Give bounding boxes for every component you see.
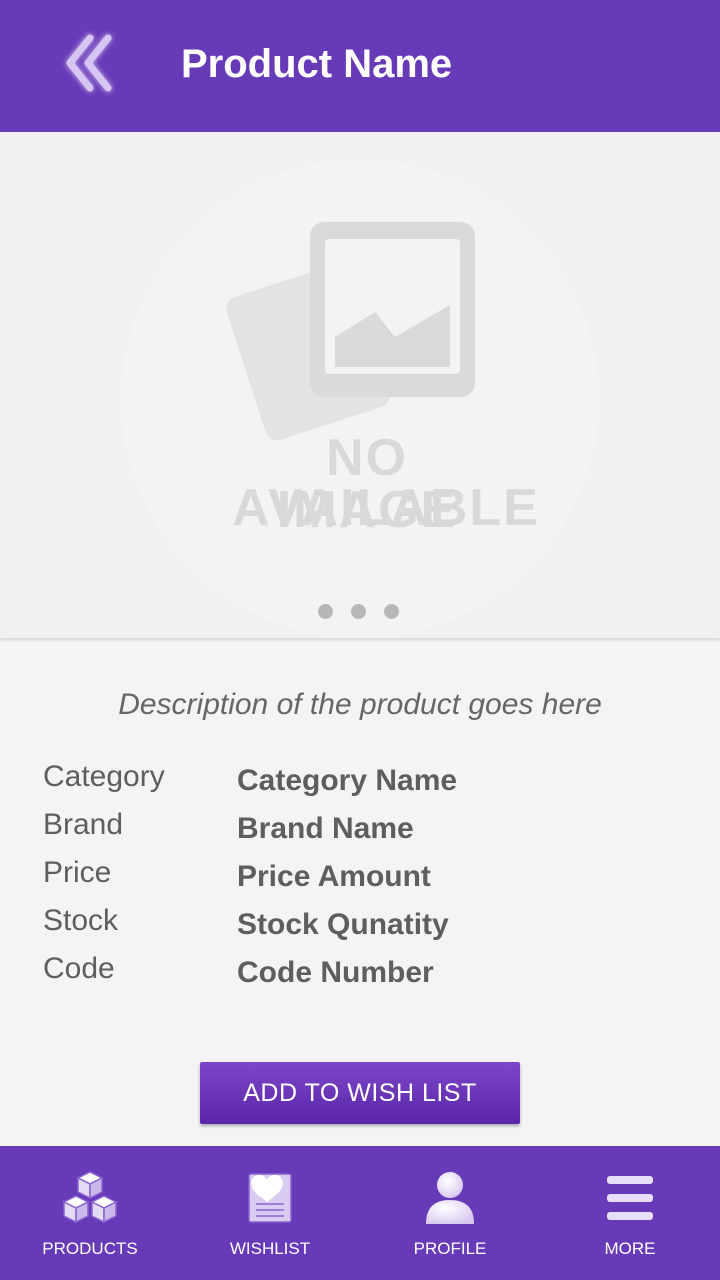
spec-row-price: Price Price Amount	[43, 854, 683, 902]
spec-value: Stock Qunatity	[237, 908, 449, 941]
carousel-dot[interactable]	[318, 604, 333, 619]
spec-row-brand: Brand Brand Name	[43, 806, 683, 854]
spec-label: Brand	[43, 808, 124, 841]
add-to-wish-list-button[interactable]: ADD TO WISH LIST	[200, 1062, 520, 1124]
spec-row-category: Category Category Name	[43, 758, 683, 806]
spec-label: Price	[43, 856, 112, 889]
carousel-dot[interactable]	[384, 604, 399, 619]
spec-value: Category Name	[237, 764, 458, 797]
spec-value: Brand Name	[237, 812, 414, 845]
double-chevron-left-icon	[58, 28, 122, 103]
page-title: Product Name	[181, 42, 453, 86]
wishlist-heart-icon	[240, 1168, 300, 1228]
nav-label-products: PRODUCTS	[42, 1239, 138, 1258]
spec-value: Price Amount	[237, 860, 431, 893]
product-specs: Category Category Name Brand Brand Name …	[43, 758, 683, 998]
spec-row-stock: Stock Stock Qunatity	[43, 902, 683, 950]
spec-label: Category	[43, 760, 165, 793]
carousel-dots	[318, 604, 399, 619]
nav-label-profile: PROFILE	[413, 1239, 487, 1258]
spec-row-code: Code Code Number	[43, 950, 683, 998]
nav-label-wishlist: WISHLIST	[229, 1239, 311, 1258]
product-image-gallery[interactable]: NO IMAGE AVAILABLE	[0, 132, 720, 638]
bottom-navigation: PRODUCTS WISHLIST PROFILE MORE	[0, 1146, 720, 1280]
app-header: Product Name	[0, 0, 720, 132]
no-image-icon	[226, 222, 475, 441]
nav-item-profile[interactable]: PROFILE	[360, 1146, 540, 1280]
nav-label-more: MORE	[604, 1239, 656, 1258]
menu-icon	[600, 1168, 660, 1228]
nav-item-wishlist[interactable]: WISHLIST	[180, 1146, 360, 1280]
nav-item-more[interactable]: MORE	[540, 1146, 720, 1280]
spec-value: Code Number	[237, 956, 434, 989]
spec-label: Stock	[43, 904, 119, 937]
boxes-icon	[60, 1168, 120, 1228]
no-image-text-line2: AVAILABLE	[232, 479, 540, 537]
person-icon	[420, 1168, 480, 1228]
nav-item-products[interactable]: PRODUCTS	[0, 1146, 180, 1280]
product-description: Description of the product goes here	[118, 688, 602, 721]
carousel-dot[interactable]	[351, 604, 366, 619]
spec-label: Code	[43, 952, 115, 985]
back-button[interactable]	[58, 30, 122, 100]
